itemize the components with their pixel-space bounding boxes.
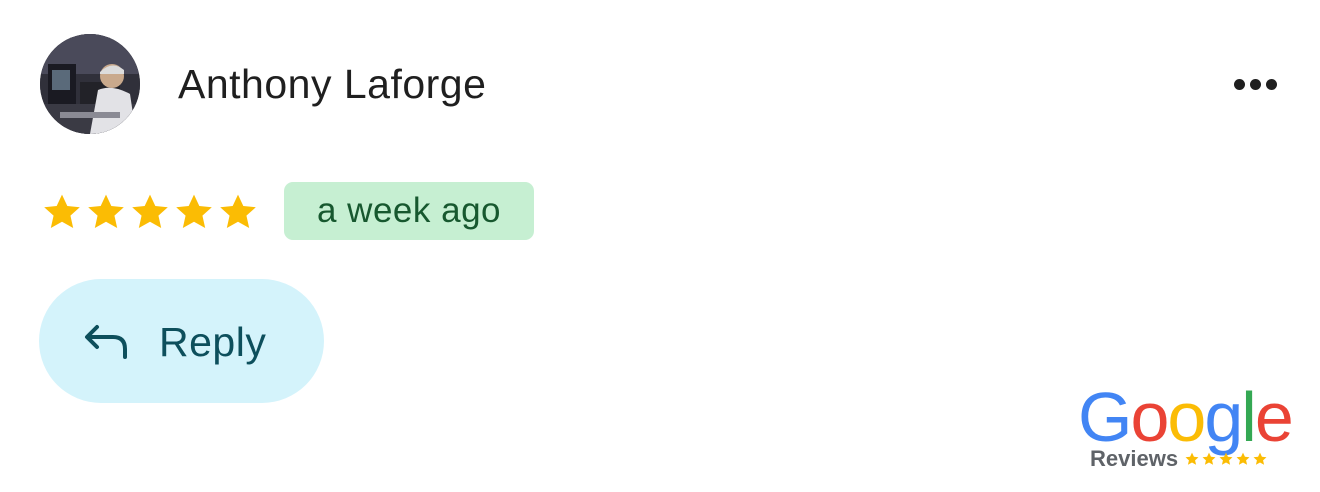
review-card: Anthony Laforge a week ago Reply Google … [0,0,1320,492]
reply-label: Reply [159,319,267,365]
reviews-label: Reviews [1090,446,1179,471]
star-icon [132,194,168,228]
google-reviews-logo: Google Reviews [1078,378,1294,476]
more-dot [1249,78,1261,90]
avatar-photo [40,34,140,134]
star-icon [220,194,256,228]
star-icon [1236,452,1250,465]
star-icon [44,194,80,228]
star-icon [1253,452,1267,465]
star-icon [88,194,124,228]
reviews-row: Reviews [1090,446,1268,472]
more-dot [1265,78,1277,90]
star-icon [1219,452,1233,465]
review-time-badge: a week ago [284,182,534,240]
google-letter: G [1078,378,1132,456]
reply-arrow-icon [85,325,127,359]
reply-button[interactable]: Reply [39,279,324,403]
star-icon [1202,452,1216,465]
star-icon [1185,452,1199,465]
more-horizontal-icon [1233,78,1245,90]
mini-star-rating [1184,451,1268,467]
google-wordmark: Google [1078,378,1294,456]
google-letter: o [1130,378,1169,456]
avatar[interactable] [40,34,140,134]
star-rating [40,190,260,234]
google-letter: o [1167,378,1206,456]
star-icon [176,194,212,228]
google-letter: g [1204,378,1243,456]
google-letter: e [1254,378,1294,456]
google-letter: l [1241,378,1257,456]
reviewer-name: Anthony Laforge [178,61,487,107]
more-options-button[interactable] [1222,64,1288,104]
